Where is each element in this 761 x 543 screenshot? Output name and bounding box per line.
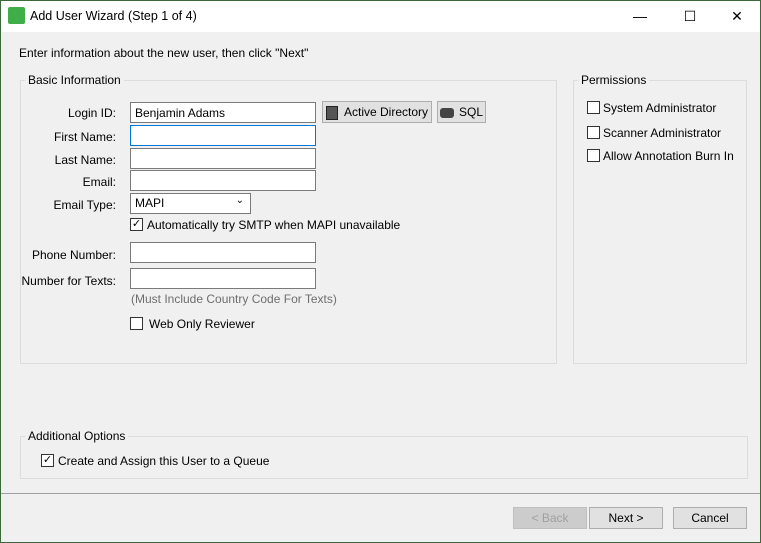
smtp-label: Automatically try SMTP when MAPI unavail…	[147, 218, 401, 232]
check-icon: ✓	[131, 218, 142, 230]
chevron-down-icon: ⌄	[235, 195, 244, 206]
permissions-label: Permissions	[578, 73, 650, 87]
back-button[interactable]: < Back	[513, 507, 587, 529]
phone-number-input[interactable]	[130, 242, 316, 263]
binoculars-icon	[439, 107, 454, 118]
phone-number-label: Phone Number:	[31, 248, 116, 262]
cancel-button[interactable]: Cancel	[673, 507, 747, 529]
first-name-input[interactable]	[130, 125, 316, 146]
active-directory-label: Active Directory	[343, 105, 429, 119]
next-button[interactable]: Next >	[589, 507, 663, 529]
web-only-reviewer-checkbox[interactable]	[130, 317, 143, 330]
email-type-label: Email Type:	[53, 198, 116, 212]
system-administrator-checkbox[interactable]	[587, 101, 600, 114]
last-name-label: Last Name:	[54, 153, 116, 167]
check-icon: ✓	[42, 454, 53, 466]
login-id-label: Login ID:	[67, 106, 116, 120]
close-button[interactable]: ✕	[727, 6, 747, 26]
directory-icon	[325, 105, 338, 120]
maximize-button[interactable]: ☐	[680, 6, 700, 26]
window-title: Add User Wizard (Step 1 of 4)	[30, 9, 197, 23]
annotation-burn-in-checkbox[interactable]	[587, 149, 600, 162]
minimize-button[interactable]: —	[630, 6, 650, 26]
annotation-burn-in-label: Allow Annotation Burn In	[603, 149, 734, 163]
sql-label: SQL	[458, 105, 483, 119]
scanner-administrator-label: Scanner Administrator	[603, 126, 722, 140]
web-only-reviewer-label: Web Only Reviewer	[149, 317, 255, 331]
queue-label: Create and Assign this User to a Queue	[58, 454, 270, 468]
additional-options-label: Additional Options	[25, 429, 129, 443]
first-name-label: First Name:	[53, 130, 116, 144]
email-input[interactable]	[130, 170, 316, 191]
active-directory-button[interactable]: Active Directory	[322, 101, 432, 123]
instruction-text: Enter information about the new user, th…	[19, 46, 309, 60]
scanner-administrator-checkbox[interactable]	[587, 126, 600, 139]
last-name-input[interactable]	[130, 148, 316, 169]
number-for-texts-input[interactable]	[130, 268, 316, 289]
login-id-input[interactable]	[130, 102, 316, 123]
app-icon	[8, 7, 25, 24]
email-label: Email:	[82, 175, 116, 189]
smtp-checkbox[interactable]: ✓	[130, 218, 143, 231]
email-type-select[interactable]: MAPI ⌄	[130, 193, 251, 214]
divider	[1, 493, 760, 494]
permissions-group	[573, 80, 747, 364]
queue-checkbox[interactable]: ✓	[41, 454, 54, 467]
system-administrator-label: System Administrator	[603, 101, 717, 115]
texts-hint: (Must Include Country Code For Texts)	[131, 292, 337, 306]
number-for-texts-label: Number for Texts:	[21, 274, 116, 288]
sql-button[interactable]: SQL	[437, 101, 486, 123]
email-type-value: MAPI	[135, 196, 165, 210]
basic-information-label: Basic Information	[25, 73, 124, 87]
